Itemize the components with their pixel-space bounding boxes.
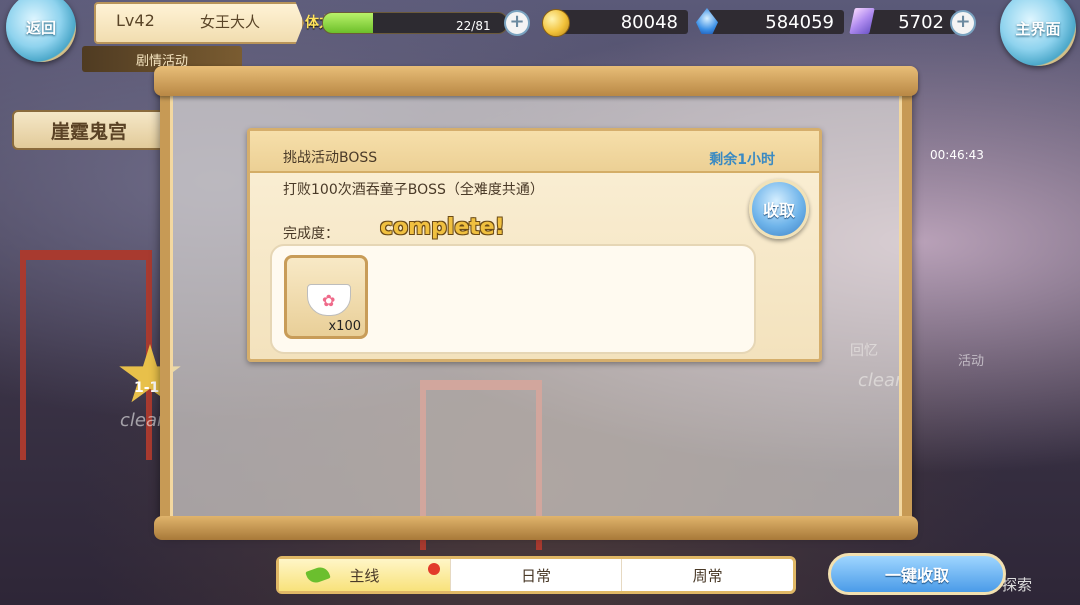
progress-label: 完成度：: [283, 226, 339, 242]
player-level: Lv42: [116, 11, 155, 30]
blue-currency-value: 584059: [765, 11, 834, 33]
board-bottom-rail: [154, 516, 918, 540]
leaf-icon: [305, 564, 331, 586]
stamina-value: 22/81: [456, 19, 491, 33]
stamina-fill: [323, 13, 373, 33]
home-label: 主界面: [1015, 19, 1061, 38]
crystal-value: 5702: [898, 11, 944, 33]
stage-clear-label: clear: [120, 410, 165, 431]
reward-area: ✿ x100: [270, 244, 756, 354]
tab-weekly-label: 周常: [692, 566, 723, 585]
reward-quantity: x100: [328, 319, 361, 334]
player-name: 女王大人: [200, 13, 261, 31]
explore-label: 探索: [1002, 576, 1033, 594]
task-card: 挑战活动BOSS 剩余1小时 打败100次酒吞童子BOSS（全难度共通） 完成度…: [247, 128, 822, 362]
gold-value: 80048: [620, 11, 678, 33]
tab-main[interactable]: 主线: [279, 559, 451, 591]
location-plate: 崖霆鬼宫: [12, 110, 166, 150]
tab-weekly[interactable]: 周常: [622, 559, 793, 591]
gold-display: 80048: [556, 10, 688, 34]
tab-bar: 主线 日常 周常: [276, 556, 796, 594]
back-label: 返回: [25, 18, 56, 37]
activity-label: 活动: [958, 354, 985, 369]
tab-daily-label: 日常: [521, 566, 552, 585]
task-time-left: 剩余1小时: [709, 152, 775, 168]
sakura-icon: ✿: [322, 291, 336, 310]
gold-coin-icon: [542, 9, 570, 37]
task-description: 打败100次酒吞童子BOSS（全难度共通）: [283, 182, 544, 198]
claim-button[interactable]: 收取: [749, 179, 809, 239]
board-top-rail: [154, 66, 918, 96]
claim-label: 收取: [762, 201, 795, 220]
event-timer: 00:46:43: [930, 148, 984, 162]
sake-cup-icon: ✿: [307, 284, 351, 316]
progress-status: complete!: [380, 215, 505, 240]
add-crystal-button[interactable]: +: [950, 10, 976, 36]
add-stamina-button[interactable]: +: [504, 10, 530, 36]
tab-daily[interactable]: 日常: [451, 559, 623, 591]
tab-main-label: 主线: [349, 566, 380, 585]
top-bar: 返回 Lv42 女王大人 剧情活动 体力 22/81 + 80048 58405…: [0, 0, 1080, 72]
blue-currency-display: 584059: [708, 10, 844, 34]
collect-all-label: 一键收取: [884, 566, 949, 585]
notification-dot: [427, 563, 440, 575]
collect-all-button[interactable]: 一键收取: [828, 553, 1006, 595]
task-title: 挑战活动BOSS: [283, 150, 378, 166]
stage-label: 1-1: [134, 380, 160, 396]
reward-item[interactable]: ✿ x100: [284, 255, 368, 339]
location-name: 崖霆鬼宫: [50, 120, 127, 143]
